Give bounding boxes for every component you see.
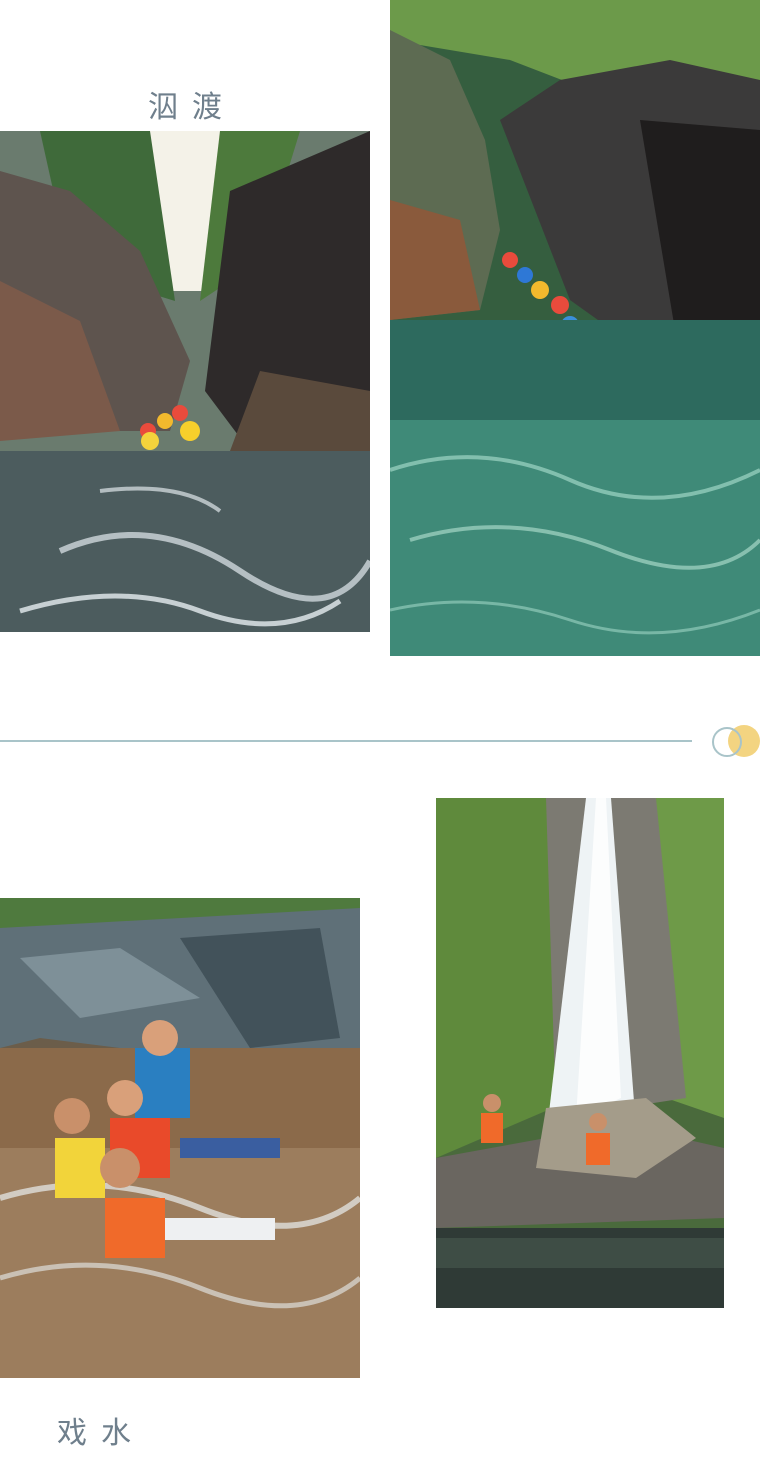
section-caption-play: 戏水 xyxy=(57,1416,145,1451)
section-caption-swim: 泅渡 xyxy=(148,90,236,125)
divider-ring-icon xyxy=(712,727,742,757)
photo-kids-water xyxy=(0,898,360,1378)
photo-canyon-wide xyxy=(390,0,760,656)
photo-canyon-swim xyxy=(0,131,370,632)
photo-waterfall xyxy=(436,798,724,1308)
section-divider xyxy=(0,740,692,742)
